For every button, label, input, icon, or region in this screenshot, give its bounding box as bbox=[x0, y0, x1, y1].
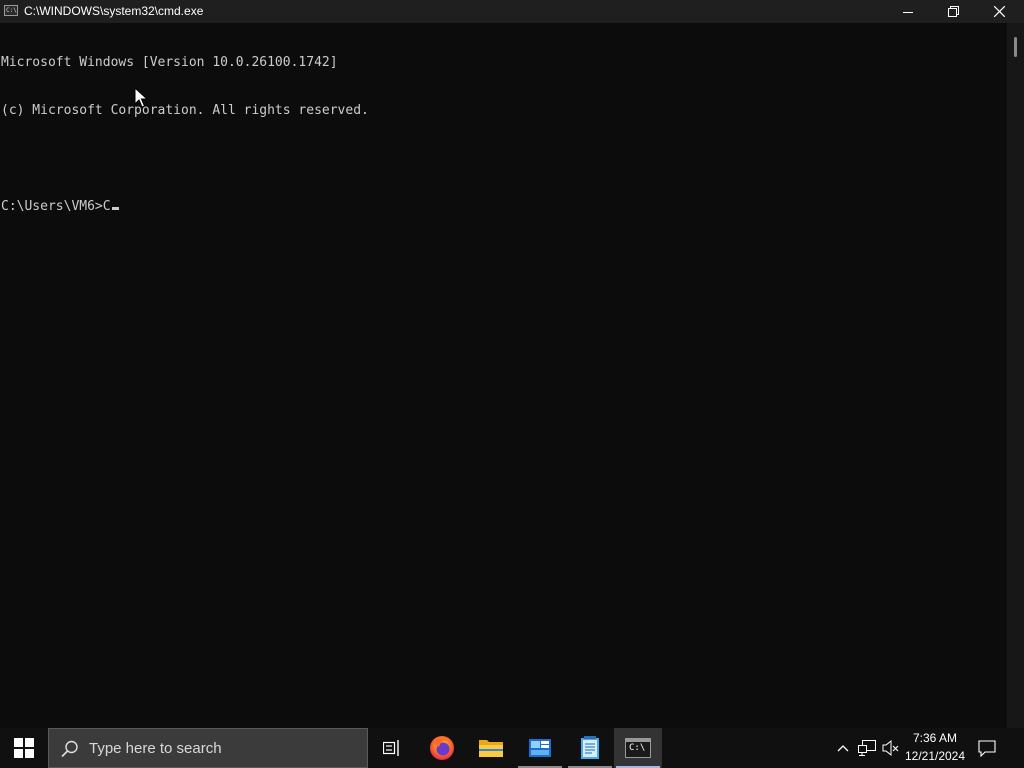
network-icon bbox=[858, 740, 876, 756]
taskbar-search-box[interactable]: Type here to search bbox=[48, 728, 368, 768]
clock-date: 12/21/2024 bbox=[904, 749, 966, 763]
task-view-icon bbox=[383, 740, 399, 756]
firefox-icon bbox=[430, 736, 454, 760]
windows-logo-icon bbox=[14, 738, 34, 758]
text-cursor bbox=[111, 207, 119, 210]
restore-button[interactable] bbox=[930, 0, 976, 23]
show-hidden-icons-button[interactable] bbox=[832, 728, 854, 768]
minimize-button[interactable] bbox=[885, 0, 931, 23]
scrollbar-thumb[interactable] bbox=[1014, 37, 1017, 57]
console-line-version: Microsoft Windows [Version 10.0.26100.17… bbox=[1, 55, 338, 70]
title-bar[interactable]: C:\ C:\WINDOWS\system32\cmd.exe bbox=[0, 0, 1024, 23]
chevron-up-icon bbox=[837, 745, 849, 752]
taskbar-command-prompt[interactable]: C:\ bbox=[614, 728, 662, 768]
taskbar-clock[interactable]: 7:36 AM 12/21/2024 bbox=[900, 728, 970, 768]
console-line-copyright: (c) Microsoft Corporation. All rights re… bbox=[1, 103, 369, 118]
start-button[interactable] bbox=[0, 728, 48, 768]
taskbar: Type here to search C:\ 7:36 AM 12/21/20… bbox=[0, 728, 1024, 768]
folder-icon bbox=[479, 740, 503, 757]
console-prompt-line[interactable]: C:\Users\VM6>C bbox=[1, 199, 1007, 215]
notification-icon bbox=[978, 739, 996, 757]
mouse-pointer-icon bbox=[134, 87, 148, 108]
network-button[interactable] bbox=[855, 728, 879, 768]
restore-icon bbox=[947, 6, 959, 17]
close-icon bbox=[993, 6, 1005, 17]
minimize-icon bbox=[903, 11, 913, 13]
search-placeholder: Type here to search bbox=[89, 740, 222, 757]
search-icon bbox=[61, 740, 78, 758]
volume-muted-icon bbox=[882, 740, 899, 756]
task-view-button[interactable] bbox=[368, 728, 416, 768]
taskbar-firefox[interactable] bbox=[418, 728, 466, 768]
cmd-icon: C:\ bbox=[625, 738, 651, 758]
console-output[interactable]: Microsoft Windows [Version 10.0.26100.17… bbox=[0, 23, 1007, 728]
taskbar-notepad[interactable] bbox=[566, 728, 614, 768]
close-button[interactable] bbox=[976, 0, 1022, 23]
console-prompt-text: C:\Users\VM6>C bbox=[1, 199, 111, 214]
cmd-window-icon: C:\ bbox=[4, 5, 18, 16]
cmd-window: C:\ C:\WINDOWS\system32\cmd.exe Microsof… bbox=[0, 0, 1024, 728]
cmd-icon-label: C:\ bbox=[629, 743, 646, 753]
notifications-button[interactable] bbox=[974, 728, 1000, 768]
clock-time: 7:36 AM bbox=[912, 731, 958, 745]
taskbar-file-explorer[interactable] bbox=[467, 728, 515, 768]
control-panel-icon bbox=[529, 739, 551, 757]
notepad-icon bbox=[581, 736, 599, 759]
window-title: C:\WINDOWS\system32\cmd.exe bbox=[24, 4, 204, 18]
taskbar-control-panel[interactable] bbox=[516, 728, 564, 768]
vertical-scrollbar[interactable] bbox=[1007, 23, 1024, 728]
